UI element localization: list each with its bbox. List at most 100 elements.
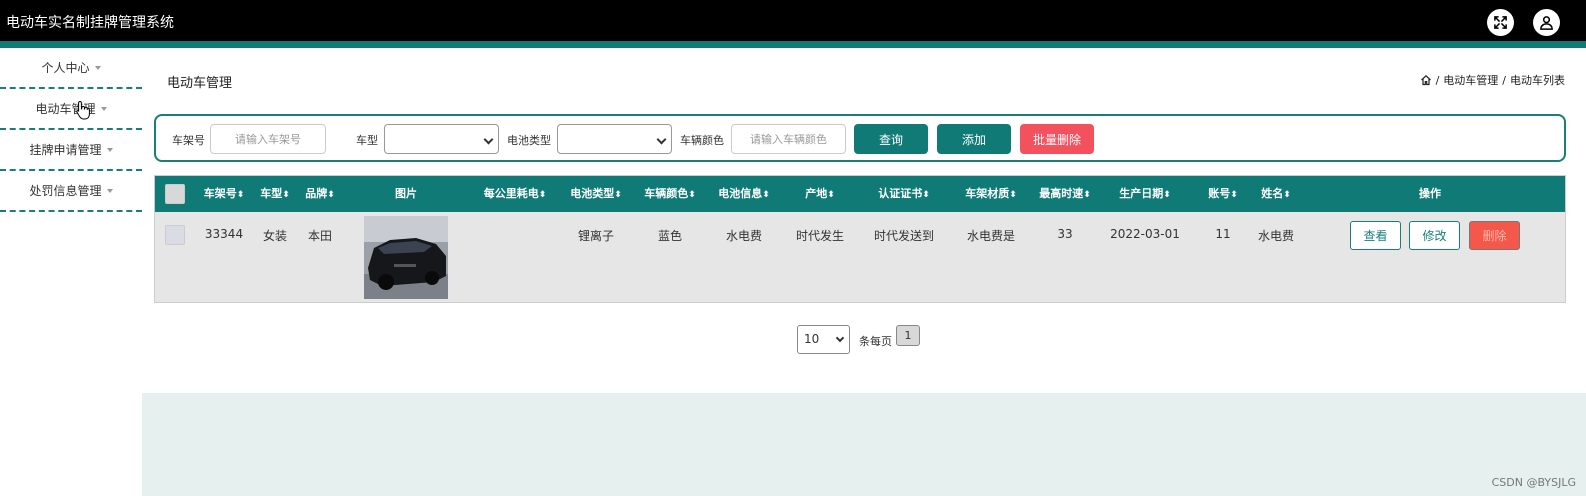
app-title: 电动车实名制挂牌管理系统 (6, 15, 174, 31)
user-avatar-button[interactable] (1533, 9, 1560, 36)
header-accent-strip (0, 41, 1586, 48)
sidebar-item-ebike-management[interactable]: 电动车管理 (0, 89, 142, 130)
column-header[interactable]: 电池信息⬍ (712, 176, 776, 212)
caret-down-icon (100, 106, 107, 111)
column-header[interactable]: 产地⬍ (791, 176, 849, 212)
cell-frame-material: 水电费是 (966, 229, 1015, 243)
column-header[interactable]: 认证证书⬍ (867, 176, 941, 212)
sort-icon: ⬍ (762, 190, 770, 200)
column-header[interactable]: 车型⬍ (258, 176, 292, 212)
search-panel: 车架号 请输入车架号 车型 电池类型 车辆颜色 请输入车辆颜色 查询 添加 批量… (154, 114, 1566, 162)
sort-icon: ⬍ (922, 190, 930, 200)
chevron-down-icon (656, 134, 667, 145)
breadcrumb-item: 电动车列表 (1510, 74, 1565, 87)
column-header: 图片 (395, 187, 417, 200)
cell-name: 水电费 (1257, 229, 1294, 243)
per-page-label: 条每页 (859, 335, 892, 348)
hand-cursor-icon (76, 100, 90, 120)
cell-brand: 本田 (307, 229, 332, 243)
sidebar-item-label: 挂牌申请管理 (29, 143, 102, 157)
sort-icon: ⬍ (236, 190, 245, 200)
breadcrumb: / 电动车管理 / 电动车列表 (1420, 72, 1565, 88)
batch-delete-button[interactable]: 批量删除 (1020, 124, 1094, 154)
footer-area: CSDN @BYSJLG (142, 393, 1586, 496)
view-button[interactable]: 查看 (1350, 221, 1401, 250)
page-size-select[interactable]: 10 (797, 325, 850, 354)
breadcrumb-separator: / (1502, 73, 1506, 87)
top-bar: 电动车实名制挂牌管理系统 (0, 0, 1586, 41)
model-label: 车型 (356, 134, 378, 147)
battery-type-label: 电池类型 (507, 134, 551, 147)
data-table: 车架号⬍ 车型⬍ 品牌⬍ 图片 每公里耗电⬍ 电池类型⬍ 车辆颜色⬍ 电池信息⬍… (154, 175, 1566, 303)
breadcrumb-separator: / (1435, 73, 1440, 87)
sort-icon: ⬍ (1083, 190, 1091, 200)
column-header[interactable]: 品牌⬍ (302, 176, 338, 212)
table-row: 33344 女装 本田 锂离子 蓝色 水电费 时代发生 时代发送到 水电费是 3… (155, 212, 1565, 302)
sidebar-item-penalty-info[interactable]: 处罚信息管理 (0, 171, 142, 212)
color-label: 车辆颜色 (680, 134, 724, 147)
edit-button[interactable]: 修改 (1409, 221, 1460, 250)
chevron-down-icon (835, 333, 845, 343)
sort-icon: ⬍ (1163, 190, 1171, 200)
column-header[interactable]: 每公里耗电⬍ (475, 176, 555, 212)
query-button[interactable]: 查询 (854, 124, 928, 154)
sort-icon: ⬍ (614, 190, 622, 200)
caret-down-icon (94, 65, 101, 70)
frame-no-placeholder: 请输入车架号 (235, 133, 301, 146)
column-header[interactable]: 生产日期⬍ (1105, 176, 1185, 212)
sort-icon: ⬍ (538, 190, 547, 200)
sidebar-item-personal-center[interactable]: 个人中心 (0, 48, 142, 89)
vehicle-photo[interactable] (364, 216, 448, 299)
sort-icon: ⬍ (827, 190, 835, 200)
cell-battery-info: 水电费 (725, 229, 762, 243)
sort-icon: ⬍ (282, 190, 290, 200)
row-checkbox[interactable] (165, 225, 185, 245)
fullscreen-icon (1494, 16, 1507, 29)
frame-no-input[interactable]: 请输入车架号 (210, 124, 326, 154)
column-header[interactable]: 姓名⬍ (1253, 176, 1299, 212)
cell-production-date: 2022-03-01 (1110, 227, 1180, 241)
cell-battery-type: 锂离子 (577, 229, 614, 243)
sort-icon: ⬍ (1009, 190, 1017, 200)
home-icon[interactable] (1420, 74, 1432, 86)
delete-button[interactable]: 删除 (1469, 221, 1520, 250)
column-header: 操作 (1419, 187, 1441, 200)
sidebar-item-label: 个人中心 (41, 61, 90, 75)
pagination: 10 条每页 1 (142, 325, 1586, 354)
watermark: CSDN @BYSJLG (1491, 476, 1576, 489)
sidebar: 个人中心 电动车管理 挂牌申请管理 处罚信息管理 (0, 48, 142, 496)
sidebar-item-plate-application[interactable]: 挂牌申请管理 (0, 130, 142, 171)
column-header[interactable]: 车架材质⬍ (956, 176, 1026, 212)
column-header[interactable]: 车架号⬍ (201, 176, 247, 212)
color-placeholder: 请输入车辆颜色 (750, 133, 827, 146)
page-size-value: 10 (804, 332, 820, 346)
add-button[interactable]: 添加 (937, 124, 1011, 154)
sort-icon: ⬍ (1230, 190, 1238, 200)
main-content: 电动车管理 / 电动车管理 / 电动车列表 车架号 请输入车架号 车型 电池类型… (142, 48, 1586, 496)
cell-color: 蓝色 (657, 229, 682, 243)
sidebar-item-label: 处罚信息管理 (29, 184, 102, 198)
cell-certificate: 时代发送到 (873, 229, 934, 243)
sort-icon: ⬍ (1283, 190, 1291, 200)
cell-model: 女装 (262, 229, 287, 243)
cell-max-speed: 33 (1057, 227, 1073, 241)
column-header[interactable]: 车辆颜色⬍ (637, 176, 703, 212)
page-title: 电动车管理 (167, 76, 233, 91)
fullscreen-button[interactable] (1487, 9, 1514, 36)
column-header[interactable]: 账号⬍ (1202, 176, 1244, 212)
car-image (364, 216, 448, 299)
user-icon (1540, 16, 1553, 30)
select-all-checkbox[interactable] (165, 184, 185, 204)
breadcrumb-item[interactable]: 电动车管理 (1443, 72, 1498, 88)
color-input[interactable]: 请输入车辆颜色 (731, 124, 846, 154)
caret-down-icon (106, 147, 113, 152)
battery-type-select[interactable] (557, 124, 672, 154)
column-header[interactable]: 最高时速⬍ (1032, 176, 1098, 212)
cell-account: 11 (1215, 227, 1231, 241)
page-number-button[interactable]: 1 (896, 325, 920, 346)
cell-frame-no: 33344 (204, 227, 244, 241)
column-header[interactable]: 电池类型⬍ (563, 176, 629, 212)
cell-origin: 时代发生 (795, 229, 844, 243)
model-select[interactable] (384, 124, 499, 154)
table-header: 车架号⬍ 车型⬍ 品牌⬍ 图片 每公里耗电⬍ 电池类型⬍ 车辆颜色⬍ 电池信息⬍… (155, 176, 1565, 212)
